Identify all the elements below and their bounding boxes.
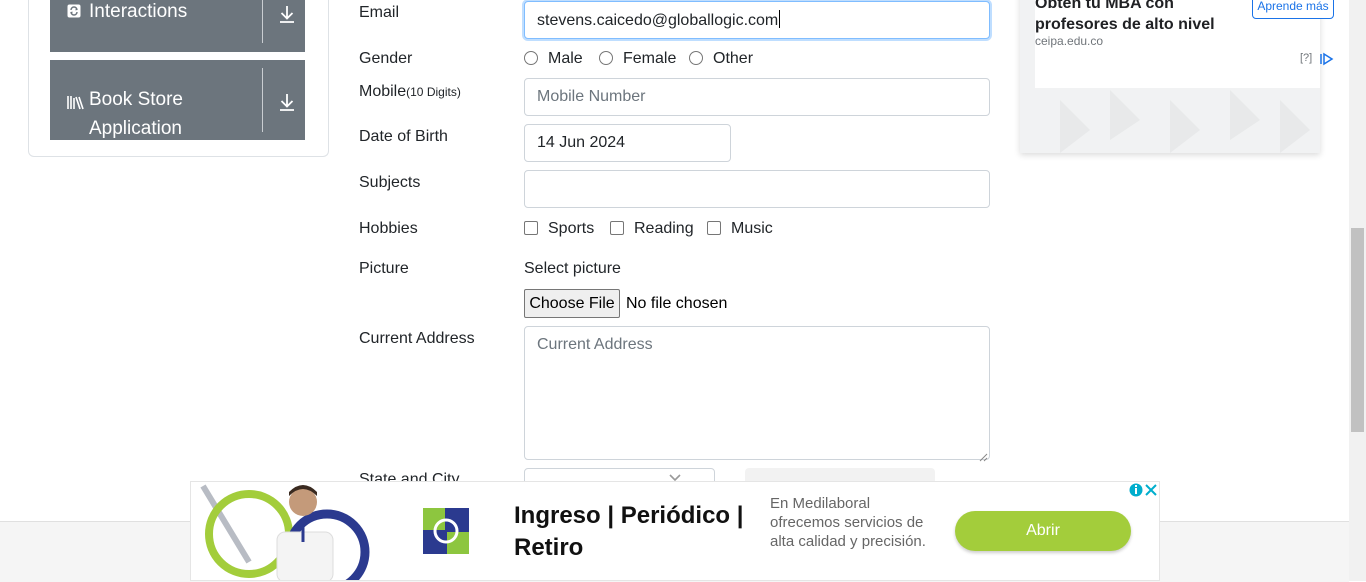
address-label: Current Address — [359, 330, 475, 347]
hobby-music-checkbox[interactable] — [707, 221, 721, 235]
gender-other-radio[interactable] — [689, 51, 703, 65]
hobby-reading-checkbox[interactable] — [610, 221, 624, 235]
mobile-label: Mobile(10 Digits) — [359, 82, 461, 102]
email-input[interactable]: stevens.caicedo@globallogic.com — [524, 1, 990, 39]
download-icon[interactable] — [276, 91, 298, 113]
gender-male-radio[interactable] — [524, 51, 538, 65]
hobby-sports-label[interactable]: Sports — [548, 219, 594, 239]
books-icon — [67, 94, 85, 113]
ad-open-button[interactable]: Abrir — [955, 511, 1131, 551]
divider — [262, 68, 263, 132]
dob-label: Date of Birth — [359, 128, 448, 145]
dob-input[interactable]: 14 Jun 2024 — [524, 124, 731, 162]
hobby-sports-checkbox[interactable] — [524, 221, 538, 235]
email-value: stevens.caicedo@globallogic.com — [537, 12, 779, 29]
address-placeholder: Current Address — [537, 336, 653, 353]
gender-female-label[interactable]: Female — [623, 49, 676, 69]
mobile-label-text: Mobile — [359, 83, 407, 100]
mobile-input[interactable]: Mobile Number — [524, 78, 990, 116]
email-label: Email — [359, 4, 400, 21]
ad-headline[interactable]: Ingreso | Periódico | Retiro — [514, 500, 754, 564]
ad-title[interactable]: Obtén tu MBA con profesores de alto nivel — [1035, 0, 1215, 35]
text-caret — [779, 10, 781, 28]
gender-male-label[interactable]: Male — [548, 49, 583, 69]
hobbies-label: Hobbies — [359, 220, 418, 237]
picture-caption: Select picture — [524, 260, 621, 277]
sidebar-group-label-line2: Application — [89, 118, 182, 139]
ad-doctor-image — [200, 484, 370, 580]
address-textarea[interactable]: Current Address — [524, 326, 990, 460]
resize-handle-icon[interactable] — [979, 449, 988, 462]
ad-title-line1: Obtén tu MBA con — [1035, 0, 1174, 12]
refresh-icon — [67, 4, 81, 21]
bottom-ad-banner[interactable]: Ingreso | Periódico | Retiro En Medilabo… — [190, 481, 1160, 581]
ad-learn-more-button[interactable]: Aprende más — [1252, 0, 1334, 19]
ad-description: En Medilaboral ofrecemos servicios de al… — [770, 495, 926, 550]
picture-label: Picture — [359, 260, 409, 277]
download-icon[interactable] — [276, 3, 298, 25]
subjects-label: Subjects — [359, 174, 421, 191]
mobile-placeholder: Mobile Number — [537, 88, 646, 105]
gender-label: Gender — [359, 50, 413, 67]
subjects-input[interactable] — [524, 170, 990, 208]
ad-logo-icon — [423, 508, 469, 554]
hobby-reading-label[interactable]: Reading — [634, 219, 694, 239]
hobby-music-label[interactable]: Music — [731, 219, 773, 239]
sidebar-group-book-store[interactable]: Book Store Application — [50, 60, 305, 140]
gender-other-label[interactable]: Other — [713, 49, 753, 69]
sidebar-group-label-line1: Book Store — [89, 89, 183, 110]
dob-value: 14 Jun 2024 — [537, 134, 626, 151]
adchoices-icon[interactable] — [1318, 52, 1334, 71]
divider — [262, 0, 263, 43]
ad-close-icon[interactable] — [1128, 482, 1159, 498]
mobile-hint: (10 Digits) — [406, 85, 461, 99]
file-status: No file chosen — [626, 295, 728, 312]
choose-file-button[interactable]: Choose File — [524, 289, 620, 318]
sidebar-group-interactions[interactable]: Interactions — [50, 0, 305, 52]
ad-info-link[interactable]: [?] — [1300, 52, 1312, 64]
gender-female-radio[interactable] — [599, 51, 613, 65]
sidebar-group-label: Interactions — [89, 1, 188, 22]
ad-domain: ceipa.edu.co — [1035, 34, 1104, 48]
scrollbar-thumb[interactable] — [1351, 228, 1364, 432]
ad-title-line2: profesores de alto nivel — [1035, 16, 1215, 33]
